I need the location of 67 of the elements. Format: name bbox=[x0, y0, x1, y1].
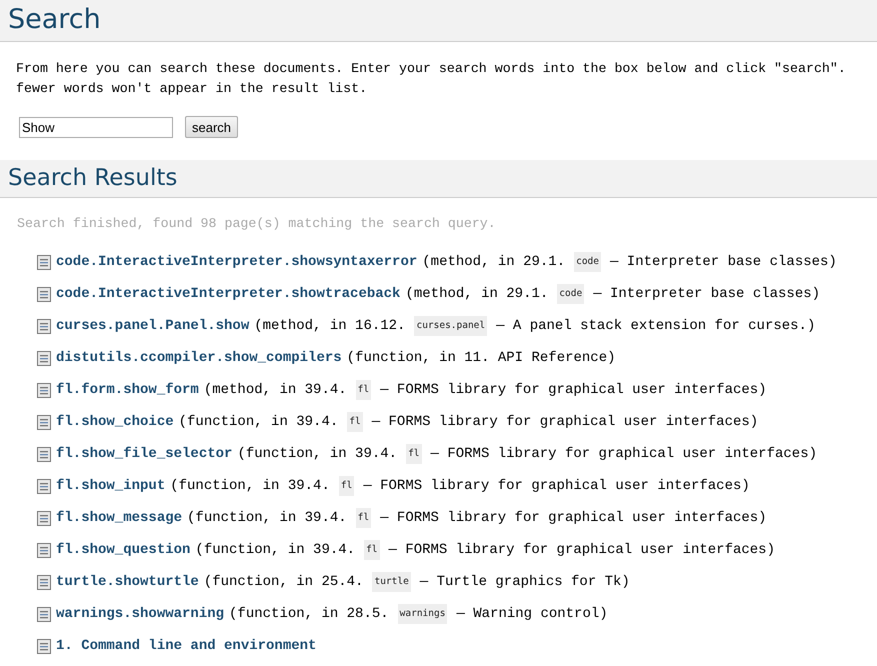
result-link[interactable]: fl.show_file_selector bbox=[56, 444, 232, 464]
result-link[interactable]: fl.form.show_form bbox=[56, 380, 199, 400]
result-link[interactable]: fl.show_choice bbox=[56, 412, 174, 432]
result-description: — FORMS library for graphical user interfaces) bbox=[372, 413, 758, 432]
result-description: — FORMS library for graphical user interfaces) bbox=[380, 509, 767, 528]
result-context: (method, in 16.12. bbox=[254, 317, 406, 336]
result-description: — Interpreter base classes) bbox=[610, 253, 837, 272]
result-context: (function, in 25.4. bbox=[204, 573, 364, 592]
module-name: fl bbox=[356, 508, 372, 528]
intro-text: From here you can search these documents. Enter your search words into the box below and click "search". bbox=[16, 60, 847, 78]
intro-text: fewer words won't appear in the result list. bbox=[16, 80, 368, 98]
result-link[interactable]: distutils.ccompiler.show_compilers bbox=[56, 348, 342, 368]
result-link[interactable]: code.InteractiveInterpreter.showsyntaxerror bbox=[56, 252, 418, 272]
result-description: — Interpreter base classes) bbox=[593, 285, 820, 304]
document-icon bbox=[37, 382, 51, 398]
result-context: (function, in 28.5. bbox=[229, 605, 389, 624]
result-description: — FORMS library for graphical user interfaces) bbox=[363, 477, 750, 496]
module-name: warnings bbox=[398, 604, 448, 624]
module-name: fl bbox=[406, 444, 422, 464]
search-field[interactable]: Show bbox=[19, 116, 173, 138]
module-name: fl bbox=[338, 476, 354, 496]
document-icon bbox=[37, 574, 51, 590]
document-icon bbox=[37, 510, 51, 526]
results-summary: Search finished, found 98 page(s) matching the search query. bbox=[17, 216, 496, 231]
module-name: code bbox=[557, 284, 584, 304]
document-icon bbox=[37, 414, 51, 430]
result-context: (method, in 29.1. bbox=[422, 253, 566, 272]
result-description: — FORMS library for graphical user interfaces) bbox=[380, 381, 767, 400]
document-icon bbox=[37, 318, 51, 334]
section-title: Search Results bbox=[8, 164, 178, 193]
result-context: (function, in 39.4. bbox=[170, 477, 330, 496]
module-name: curses.panel bbox=[414, 316, 488, 336]
document-icon bbox=[37, 254, 51, 270]
document-icon bbox=[37, 350, 51, 366]
result-description: — FORMS library for graphical user interfaces) bbox=[430, 445, 817, 464]
document-icon bbox=[37, 638, 51, 654]
document-icon bbox=[37, 478, 51, 494]
result-link[interactable]: turtle.showturtle bbox=[56, 572, 199, 592]
module-name: code bbox=[574, 252, 601, 272]
document-icon bbox=[37, 446, 51, 462]
document-icon bbox=[37, 542, 51, 558]
result-description: — FORMS library for graphical user interfaces) bbox=[388, 541, 775, 560]
result-link[interactable]: fl.show_input bbox=[56, 476, 166, 496]
result-context: (method, in 29.1. bbox=[405, 285, 548, 304]
search-button[interactable]: search bbox=[185, 116, 238, 138]
result-link[interactable]: warnings.showwarning bbox=[56, 604, 224, 624]
result-context: (function, in 39.4. bbox=[187, 509, 347, 528]
result-description: — A panel stack extension for curses.) bbox=[496, 317, 816, 336]
module-name: fl bbox=[356, 380, 372, 400]
module-name: turtle bbox=[372, 572, 411, 592]
result-context: (function, in 39.4. bbox=[237, 445, 398, 464]
result-context: (function, in 39.4. bbox=[178, 413, 338, 432]
result-context: (function, in 11. API Reference) bbox=[346, 349, 616, 368]
document-icon bbox=[37, 606, 51, 622]
result-link[interactable]: fl.show_question bbox=[56, 540, 190, 560]
page-title: Search bbox=[8, 3, 101, 37]
result-link[interactable]: code.InteractiveInterpreter.showtraceback bbox=[56, 284, 400, 304]
result-link[interactable]: curses.panel.Panel.show bbox=[56, 316, 250, 336]
result-description: — Turtle graphics for Tk) bbox=[420, 573, 630, 592]
result-link[interactable]: 1. Command line and environment bbox=[56, 636, 316, 656]
module-name: fl bbox=[347, 412, 363, 432]
result-context: (function, in 39.4. bbox=[195, 541, 356, 560]
result-link[interactable]: fl.show_message bbox=[56, 508, 182, 528]
result-description: — Warning control) bbox=[456, 605, 608, 624]
result-context: (method, in 39.4. bbox=[204, 381, 347, 400]
module-name: fl bbox=[364, 540, 380, 560]
document-icon bbox=[37, 286, 51, 302]
